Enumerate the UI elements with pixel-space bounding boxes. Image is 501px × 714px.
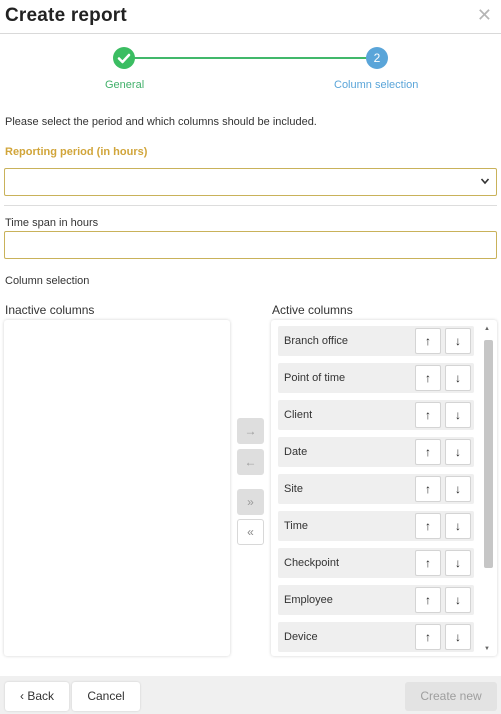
active-column-item[interactable]: Point of time ↑ ↓ — [278, 363, 474, 393]
active-column-item[interactable]: Time ↑ ↓ — [278, 511, 474, 541]
active-column-label: Device — [284, 631, 318, 643]
move-all-right-button[interactable]: » — [237, 489, 264, 515]
time-span-label: Time span in hours — [5, 217, 99, 229]
scrollbar[interactable]: ▲ ▼ — [482, 326, 494, 652]
move-up-icon[interactable]: ↑ — [415, 513, 441, 539]
chevron-down-icon — [480, 175, 490, 189]
inactive-columns-list[interactable] — [4, 320, 230, 656]
move-down-icon[interactable]: ↓ — [445, 328, 471, 354]
active-column-label: Client — [284, 409, 313, 421]
cancel-button[interactable]: Cancel — [72, 682, 140, 711]
reporting-period-label: Reporting period (in hours) — [5, 146, 148, 158]
active-columns-list[interactable]: Branch office ↑ ↓ Point of time ↑ ↓ Clie… — [271, 320, 497, 656]
move-down-icon[interactable]: ↓ — [445, 476, 471, 502]
move-up-icon[interactable]: ↑ — [415, 476, 441, 502]
active-column-label: Point of time — [284, 372, 346, 384]
active-column-item[interactable]: Date ↑ ↓ — [278, 437, 474, 467]
active-column-item[interactable]: Device ↑ ↓ — [278, 622, 474, 652]
move-down-icon[interactable]: ↓ — [445, 439, 471, 465]
active-column-item[interactable]: Site ↑ ↓ — [278, 474, 474, 504]
active-column-item[interactable]: Branch office ↑ ↓ — [278, 326, 474, 356]
move-up-icon[interactable]: ↑ — [415, 550, 441, 576]
divider — [4, 205, 497, 206]
time-span-input[interactable] — [4, 231, 497, 259]
move-up-icon[interactable]: ↑ — [415, 402, 441, 428]
move-right-button[interactable]: → — [237, 418, 264, 444]
back-button[interactable]: ‹ Back — [5, 682, 69, 711]
active-column-label: Site — [284, 483, 303, 495]
move-up-icon[interactable]: ↑ — [415, 587, 441, 613]
move-down-icon[interactable]: ↓ — [445, 550, 471, 576]
move-down-icon[interactable]: ↓ — [445, 365, 471, 391]
move-down-icon[interactable]: ↓ — [445, 587, 471, 613]
dialog-title: Create report — [5, 5, 127, 26]
reporting-period-select[interactable] — [4, 168, 497, 196]
stepper: 2 General Column selection — [0, 44, 501, 100]
active-column-label: Checkpoint — [284, 557, 340, 569]
create-new-button[interactable]: Create new — [405, 682, 497, 711]
active-column-item[interactable]: Checkpoint ↑ ↓ — [278, 548, 474, 578]
scroll-up-icon[interactable]: ▲ — [484, 326, 490, 332]
stepper-progress-line — [133, 57, 367, 59]
move-up-icon[interactable]: ↑ — [415, 624, 441, 650]
step-general-checkmark-icon[interactable] — [113, 47, 135, 69]
active-columns-heading: Active columns — [272, 303, 353, 317]
move-all-left-button[interactable]: « — [237, 519, 264, 545]
move-up-icon[interactable]: ↑ — [415, 365, 441, 391]
back-button-label: Back — [27, 689, 55, 703]
active-column-label: Employee — [284, 594, 333, 606]
dialog-footer: ‹ Back Cancel Create new — [0, 676, 501, 714]
scrollbar-thumb[interactable] — [484, 340, 493, 568]
column-selection-label: Column selection — [5, 275, 90, 287]
active-column-label: Time — [284, 520, 309, 532]
move-left-button[interactable]: ← — [237, 449, 264, 475]
active-column-label: Date — [284, 446, 308, 458]
scroll-down-icon[interactable]: ▼ — [484, 646, 490, 652]
chevron-left-icon: ‹ — [19, 689, 24, 703]
active-column-item[interactable]: Employee ↑ ↓ — [278, 585, 474, 615]
move-up-icon[interactable]: ↑ — [415, 439, 441, 465]
move-down-icon[interactable]: ↓ — [445, 402, 471, 428]
move-down-icon[interactable]: ↓ — [445, 513, 471, 539]
step-column-selection-number[interactable]: 2 — [366, 47, 388, 69]
active-column-item[interactable]: Client ↑ ↓ — [278, 400, 474, 430]
move-up-icon[interactable]: ↑ — [415, 328, 441, 354]
inactive-columns-heading: Inactive columns — [5, 303, 95, 317]
step-general-label[interactable]: General — [105, 79, 144, 91]
active-column-label: Branch office — [284, 335, 349, 347]
step-column-selection-label[interactable]: Column selection — [334, 79, 418, 91]
dialog-header: Create report ✕ — [0, 0, 501, 34]
close-icon[interactable]: ✕ — [477, 6, 492, 24]
move-down-icon[interactable]: ↓ — [445, 624, 471, 650]
intro-text: Please select the period and which colum… — [5, 116, 317, 128]
